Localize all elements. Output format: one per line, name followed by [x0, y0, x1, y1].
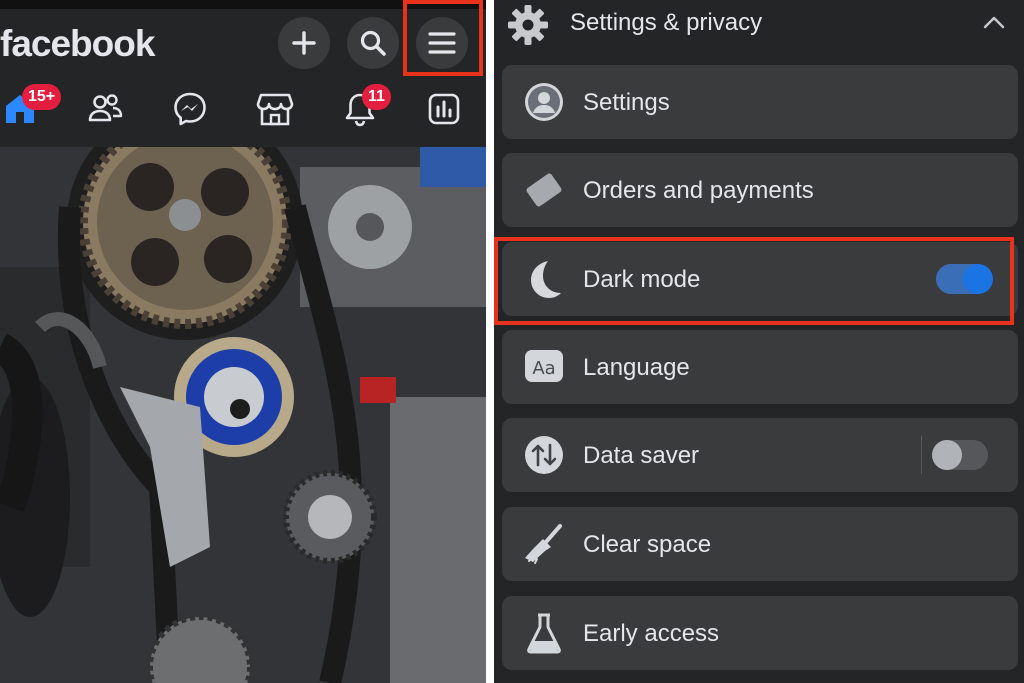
- menu-item-label: Orders and payments: [583, 177, 814, 204]
- dark-mode-highlight-outline: [494, 237, 1014, 325]
- home-badge: 15+: [22, 84, 62, 110]
- chart-icon: [428, 93, 460, 125]
- nav-home[interactable]: 15+: [0, 84, 62, 129]
- create-button[interactable]: [278, 17, 330, 69]
- search-button[interactable]: [347, 17, 399, 69]
- messenger-icon: [174, 92, 206, 126]
- nav-notifications[interactable]: 11: [340, 84, 391, 129]
- search-icon: [360, 30, 386, 56]
- data-saver-icon: [522, 433, 566, 477]
- plus-icon: [292, 31, 316, 55]
- facebook-app-panel: facebook 15+ 11: [0, 0, 486, 683]
- gear-icon: [508, 5, 548, 45]
- menu-item-data-saver[interactable]: Data saver: [502, 418, 1018, 492]
- nav-friends[interactable]: [85, 89, 125, 129]
- marketplace-icon: [256, 93, 294, 126]
- toggle-knob: [932, 440, 962, 470]
- main-nav-bar: 15+ 11: [0, 77, 486, 145]
- svg-text:Aa: Aa: [532, 358, 555, 379]
- facebook-logo: facebook: [0, 23, 155, 64]
- nav-marketplace[interactable]: [255, 89, 295, 129]
- menu-item-label: Clear space: [583, 531, 712, 558]
- chevron-up-icon[interactable]: [982, 14, 1006, 30]
- data-saver-toggle[interactable]: [932, 440, 988, 470]
- nav-dashboard[interactable]: [424, 89, 464, 129]
- feed-post-image[interactable]: [0, 147, 486, 683]
- menu-highlight-outline: [403, 0, 483, 76]
- notifications-badge: 11: [362, 84, 391, 110]
- menu-item-settings[interactable]: Settings: [502, 65, 1018, 139]
- toggle-divider: [921, 436, 922, 474]
- flask-icon: [522, 611, 566, 655]
- account-icon: [522, 80, 566, 124]
- menu-item-clear-space[interactable]: Clear space: [502, 507, 1018, 581]
- menu-item-label: Language: [583, 354, 690, 381]
- menu-item-early-access[interactable]: Early access: [502, 596, 1018, 670]
- nav-messenger[interactable]: [170, 89, 210, 129]
- engine-photo: [0, 147, 486, 683]
- menu-item-orders-payments[interactable]: Orders and payments: [502, 153, 1018, 227]
- menu-item-label: Early access: [583, 620, 720, 647]
- section-title: Settings & privacy: [570, 9, 763, 36]
- settings-menu-panel: Settings & privacy Settings Orders and p…: [494, 0, 1024, 683]
- menu-item-language[interactable]: Aa Language: [502, 330, 1018, 404]
- language-icon: Aa: [522, 345, 566, 389]
- broom-icon: [522, 522, 566, 566]
- friends-icon: [88, 94, 123, 122]
- settings-privacy-header[interactable]: Settings & privacy: [494, 0, 1024, 50]
- card-icon: [522, 168, 566, 212]
- menu-item-label: Settings: [583, 89, 670, 116]
- menu-item-label: Data saver: [583, 442, 700, 469]
